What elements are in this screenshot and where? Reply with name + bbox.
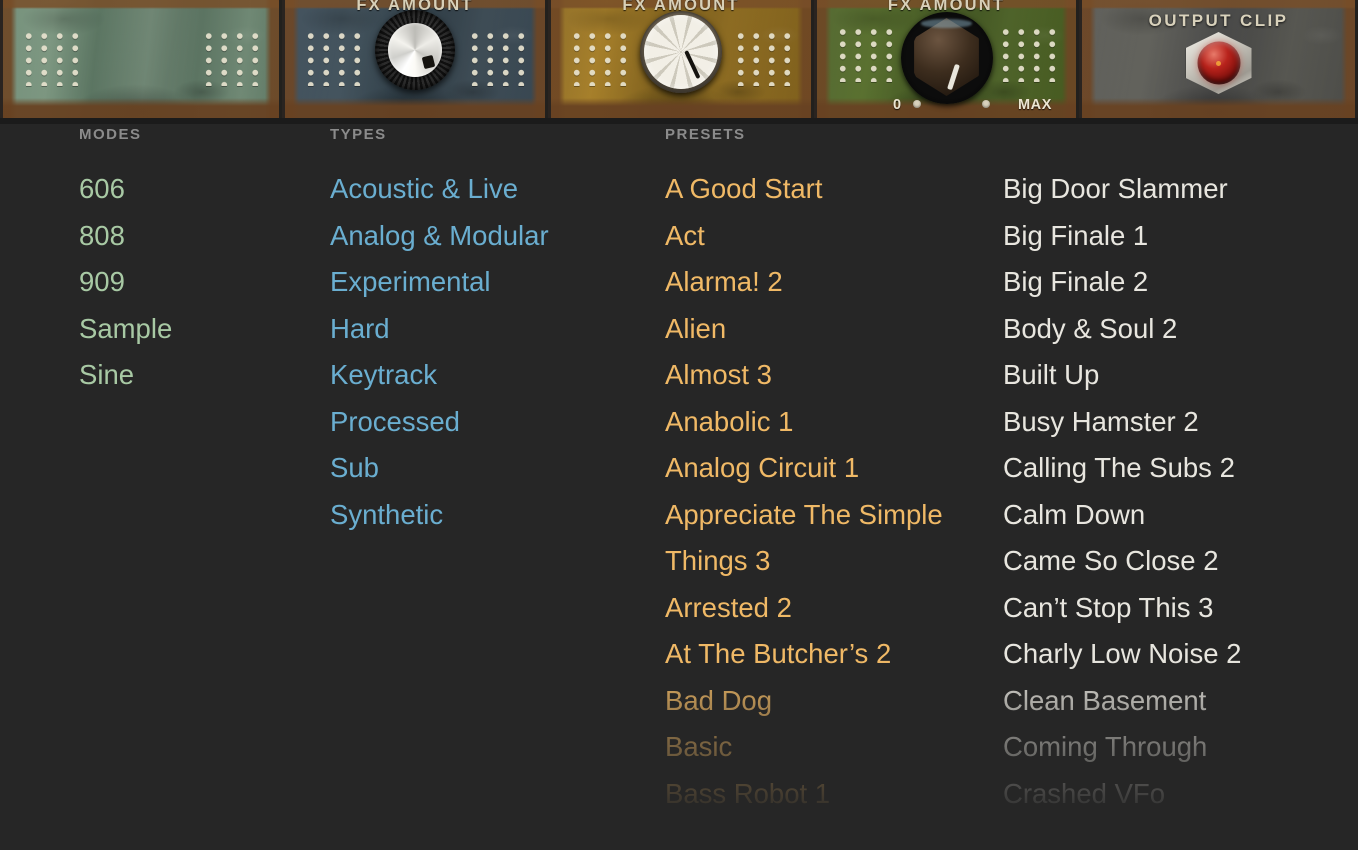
list-item[interactable]: Big Finale 2: [1003, 259, 1358, 306]
list-item[interactable]: Act: [665, 213, 995, 260]
list-item[interactable]: 808: [79, 213, 309, 260]
types-list[interactable]: Acoustic & Live Analog & Modular Experim…: [330, 166, 650, 538]
modes-list[interactable]: 606 808 909 Sample Sine: [79, 166, 309, 399]
list-item[interactable]: Appreciate The Simple: [665, 492, 995, 539]
list-item[interactable]: Almost 3: [665, 352, 995, 399]
knob-cap: [644, 15, 718, 89]
list-item[interactable]: Bass Robot 1: [665, 771, 995, 818]
list-item[interactable]: Crashed VFo: [1003, 771, 1358, 818]
browser-column-presets: PRESETS A Good Start Act Alarma! 2 Alien…: [665, 124, 995, 817]
presets-list-continued[interactable]: Big Door Slammer Big Finale 1 Big Finale…: [1003, 166, 1358, 817]
list-item[interactable]: Calm Down: [1003, 492, 1358, 539]
list-item[interactable]: Analog & Modular: [330, 213, 650, 260]
list-item[interactable]: Busy Hamster 2: [1003, 399, 1358, 446]
perforation-grid-left: [19, 28, 83, 86]
perforation-grid-right: [731, 28, 795, 86]
list-item[interactable]: Processed: [330, 399, 650, 446]
knob-highlight: [920, 19, 973, 28]
list-item[interactable]: Acoustic & Live: [330, 166, 650, 213]
list-item[interactable]: A Good Start: [665, 166, 995, 213]
list-item[interactable]: Charly Low Noise 2: [1003, 631, 1358, 678]
list-item[interactable]: Experimental: [330, 259, 650, 306]
perforation-grid-right: [199, 28, 263, 86]
list-item[interactable]: Alien: [665, 306, 995, 353]
list-item[interactable]: Coming Through: [1003, 724, 1358, 771]
list-item[interactable]: Synthetic: [330, 492, 650, 539]
column-header-presets: PRESETS: [665, 126, 746, 143]
knob-cap: [388, 23, 442, 77]
list-item-continuation[interactable]: Things 3: [665, 538, 995, 585]
list-item[interactable]: Sample: [79, 306, 309, 353]
fx-module-3-gold[interactable]: FX AMOUNT: [548, 0, 814, 118]
list-item[interactable]: Sub: [330, 445, 650, 492]
list-item[interactable]: Built Up: [1003, 352, 1358, 399]
list-item[interactable]: 909: [79, 259, 309, 306]
column-header-types: TYPES: [330, 126, 387, 143]
fx-amount-knob-olive[interactable]: [900, 12, 993, 104]
list-item[interactable]: 606: [79, 166, 309, 213]
list-item[interactable]: Clean Basement: [1003, 678, 1358, 725]
fx-amount-knob-gold[interactable]: [640, 11, 722, 93]
fx-module-4-olive[interactable]: FX AMOUNT 0 MAX: [814, 0, 1079, 118]
browser-column-types: TYPES Acoustic & Live Analog & Modular E…: [330, 124, 650, 538]
perforation-grid-left: [567, 28, 631, 86]
list-item[interactable]: Arrested 2: [665, 585, 995, 632]
fx-module-5-gray[interactable]: OUTPUT CLIP: [1079, 0, 1358, 118]
perforation-grid-left: [833, 24, 897, 82]
presets-list[interactable]: A Good Start Act Alarma! 2 Alien Almost …: [665, 166, 995, 817]
knob-scale-dot-min: [913, 100, 921, 108]
fx-module-1-green[interactable]: [0, 0, 282, 118]
fx-amount-knob-blue[interactable]: [375, 10, 455, 90]
perforation-grid-right: [465, 28, 529, 86]
browser-column-presets-continued: Big Door Slammer Big Finale 1 Big Finale…: [1003, 124, 1358, 817]
knob-scale-min: 0: [893, 97, 902, 113]
list-item[interactable]: Big Finale 1: [1003, 213, 1358, 260]
list-item[interactable]: Basic: [665, 724, 995, 771]
list-item[interactable]: At The Butcher’s 2: [665, 631, 995, 678]
list-item[interactable]: Hard: [330, 306, 650, 353]
list-item[interactable]: Body & Soul 2: [1003, 306, 1358, 353]
list-item[interactable]: Anabolic 1: [665, 399, 995, 446]
preset-browser: MODES 606 808 909 Sample Sine TYPES Acou…: [0, 124, 1358, 850]
list-item[interactable]: Analog Circuit 1: [665, 445, 995, 492]
perforation-grid-right: [996, 24, 1060, 82]
perforation-grid-left: [301, 28, 365, 86]
knob-scale-max: MAX: [1017, 97, 1052, 113]
column-header-modes: MODES: [79, 126, 142, 143]
list-item[interactable]: Bad Dog: [665, 678, 995, 725]
column-header-presets-continued: [1003, 124, 1358, 146]
output-clip-label: OUTPUT CLIP: [1148, 11, 1289, 30]
fx-module-2-blue[interactable]: FX AMOUNT: [282, 0, 548, 118]
list-item[interactable]: Alarma! 2: [665, 259, 995, 306]
output-clip-led-icon: [1197, 41, 1240, 85]
fx-rack: FX AMOUNT FX AMOUNT FX AMOUNT 0 MAX OUTP…: [0, 0, 1358, 124]
knob-scale-dot-max: [982, 100, 990, 108]
list-item[interactable]: Calling The Subs 2: [1003, 445, 1358, 492]
list-item[interactable]: Big Door Slammer: [1003, 166, 1358, 213]
list-item[interactable]: Came So Close 2: [1003, 538, 1358, 585]
list-item[interactable]: Can’t Stop This 3: [1003, 585, 1358, 632]
list-item[interactable]: Keytrack: [330, 352, 650, 399]
browser-column-modes: MODES 606 808 909 Sample Sine: [79, 124, 309, 399]
list-item[interactable]: Sine: [79, 352, 309, 399]
